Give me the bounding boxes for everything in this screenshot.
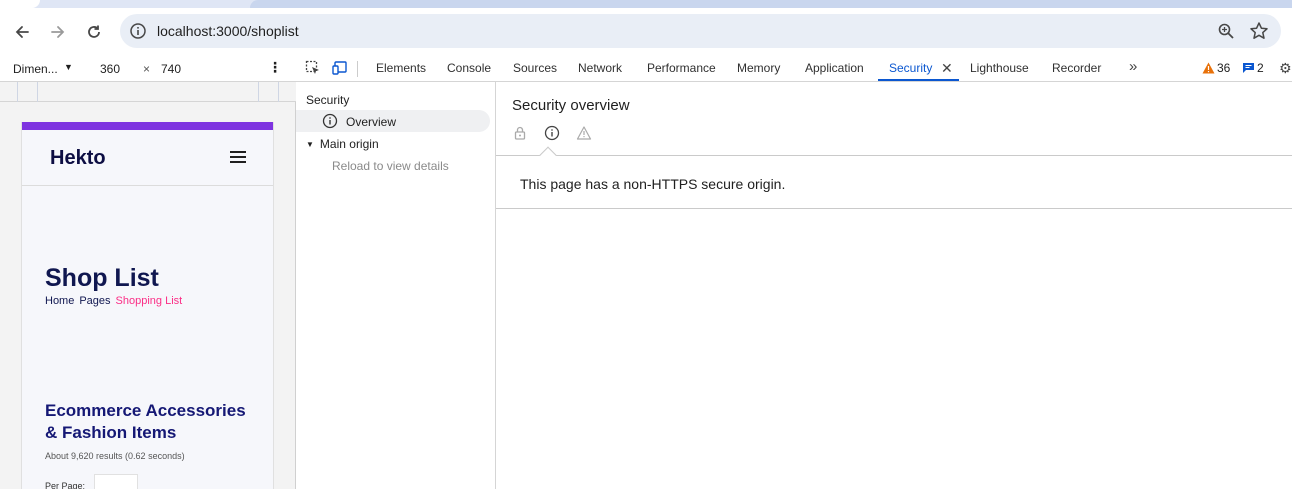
- per-page-input[interactable]: [94, 474, 138, 489]
- device-select[interactable]: Dimen...: [13, 62, 58, 76]
- warnings-count: 36: [1217, 61, 1231, 75]
- zoom-icon[interactable]: [1217, 22, 1235, 40]
- tab-elements[interactable]: Elements: [376, 61, 426, 75]
- devtools-tabbar: Elements Console Sources Network Perform…: [296, 55, 1292, 82]
- info-icon: [544, 125, 560, 141]
- device-toolbar: Dimen... ▼ 360 × 740 ⋮: [0, 55, 296, 82]
- tab-console[interactable]: Console: [447, 61, 491, 75]
- address-bar[interactable]: localhost:3000/shoplist: [120, 14, 1281, 48]
- messages-count: 2: [1257, 61, 1264, 75]
- active-tab-indicator: [878, 79, 959, 81]
- panel-title: Security overview: [512, 97, 630, 114]
- inspect-element-icon[interactable]: [305, 60, 321, 76]
- hamburger-menu-icon[interactable]: [230, 151, 246, 165]
- breadcrumb-pages[interactable]: Pages: [79, 295, 110, 307]
- caret-down-icon[interactable]: ▼: [64, 62, 73, 72]
- page-title: Shop List: [45, 264, 159, 292]
- divider: [496, 208, 1292, 209]
- message-icon: [1243, 63, 1254, 73]
- more-tabs-icon[interactable]: »: [1129, 58, 1137, 75]
- tab-lighthouse[interactable]: Lighthouse: [970, 61, 1029, 75]
- media-query-ruler[interactable]: [0, 82, 296, 102]
- bookmark-star-icon[interactable]: [1249, 21, 1269, 41]
- ruler-mark: [17, 82, 18, 102]
- site-logo[interactable]: Hekto: [50, 147, 106, 170]
- triangle-expanded-icon[interactable]: ▼: [306, 140, 314, 149]
- lock-icon: [514, 126, 526, 140]
- device-toggle-icon[interactable]: [332, 60, 348, 76]
- tab-security[interactable]: Security: [889, 61, 932, 75]
- reload-icon[interactable]: [82, 20, 106, 44]
- tab-sources[interactable]: Sources: [513, 61, 557, 75]
- tab-strip-bg: [250, 0, 1292, 8]
- sidebar-title: Security: [306, 93, 350, 107]
- ruler-mark: [258, 82, 259, 102]
- tab-recorder[interactable]: Recorder: [1052, 61, 1101, 75]
- security-summary-text: This page has a non-HTTPS secure origin.: [520, 176, 786, 192]
- forward-icon[interactable]: [46, 20, 70, 44]
- tab-application[interactable]: Application: [805, 61, 864, 75]
- ruler-mark: [278, 82, 279, 102]
- close-tab-icon[interactable]: ✕: [941, 60, 953, 77]
- settings-gear-icon[interactable]: ⚙: [1279, 60, 1292, 77]
- top-announcement-bar: [22, 122, 273, 130]
- security-overview-panel: Security overview This page has a non-HT…: [496, 82, 1292, 489]
- dimension-separator: ×: [143, 62, 151, 76]
- viewport-width-input[interactable]: 360: [100, 62, 120, 76]
- messages-badge[interactable]: 2: [1242, 61, 1264, 75]
- breadcrumb: Home Pages Shopping List: [45, 295, 182, 307]
- tab-performance[interactable]: Performance: [647, 61, 716, 75]
- divider: [496, 155, 1292, 156]
- warning-icon: [576, 126, 592, 140]
- sidebar-item-label: Overview: [346, 115, 397, 129]
- security-sidebar: Security Overview ▼ Main origin Reload to…: [296, 82, 496, 489]
- tab-network[interactable]: Network: [578, 61, 622, 75]
- sidebar-item-main-origin[interactable]: ▼ Main origin: [306, 137, 379, 151]
- section-title: Ecommerce Accessories & Fashion Items: [45, 401, 246, 442]
- ruler-mark: [37, 82, 38, 102]
- site-info-icon[interactable]: [129, 22, 147, 40]
- browser-toolbar: localhost:3000/shoplist: [0, 8, 1292, 55]
- info-icon: [322, 113, 338, 129]
- results-count: About 9,620 results (0.62 seconds): [45, 451, 185, 461]
- viewport-height-input[interactable]: 740: [161, 62, 181, 76]
- site-header: Hekto: [22, 130, 273, 186]
- reload-hint: Reload to view details: [332, 159, 449, 173]
- more-options-icon[interactable]: ⋮: [268, 59, 282, 76]
- toolbar-divider: [357, 61, 358, 77]
- breadcrumb-current: Shopping List: [115, 295, 183, 307]
- sidebar-item-overview[interactable]: Overview: [296, 110, 490, 132]
- warning-icon: [1202, 62, 1215, 74]
- active-tab-edge: [0, 0, 40, 8]
- url-text[interactable]: localhost:3000/shoplist: [157, 23, 299, 39]
- emulated-viewport[interactable]: Hekto Shop List Home Pages Shopping List…: [21, 122, 274, 489]
- sidebar-item-label: Main origin: [319, 137, 379, 151]
- tab-strip: [0, 0, 1292, 8]
- warnings-badge[interactable]: 36: [1202, 61, 1230, 75]
- per-page-label: Per Page:: [45, 481, 86, 489]
- tab-memory[interactable]: Memory: [737, 61, 780, 75]
- selected-state-pointer: [539, 146, 557, 164]
- breadcrumb-home[interactable]: Home: [45, 295, 74, 307]
- back-icon[interactable]: [10, 20, 34, 44]
